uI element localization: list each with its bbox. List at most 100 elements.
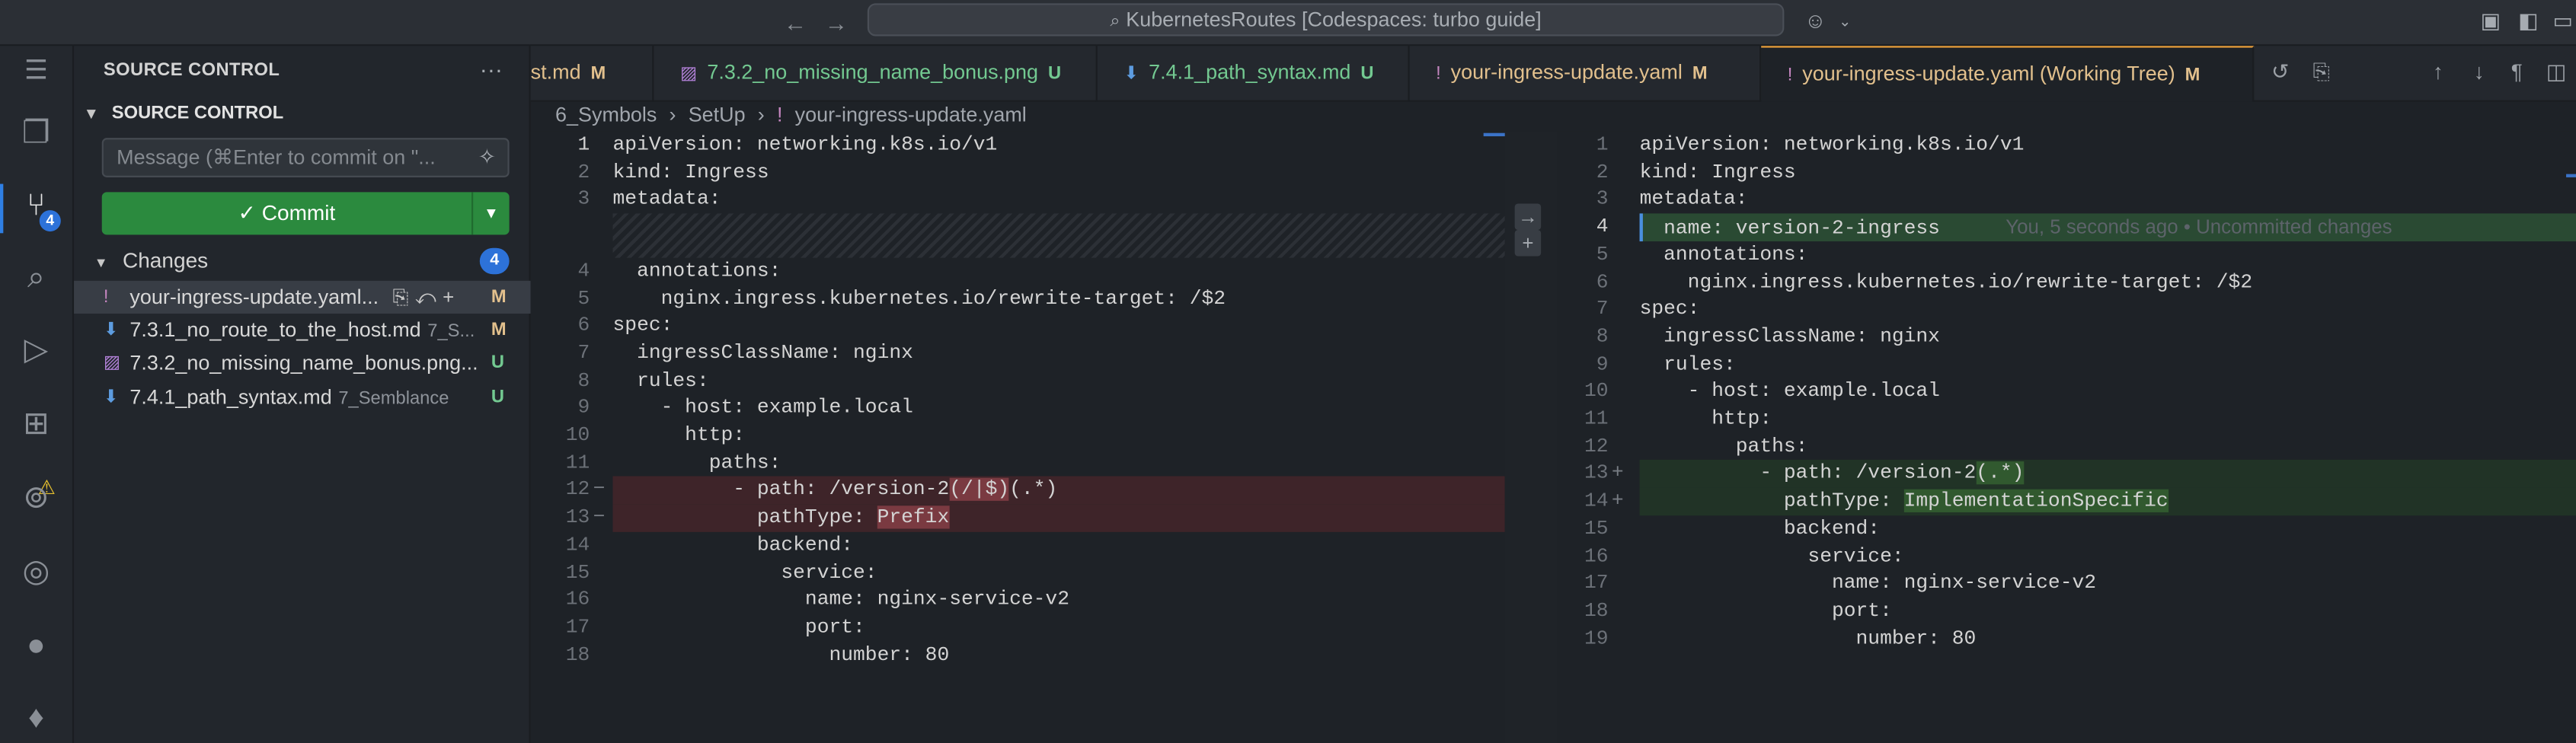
tab-status: M [1692, 64, 1708, 85]
row-actions: ⎘↶+ [392, 281, 460, 314]
changed-file-row[interactable]: ▨ 7.3.2_no_missing_name_bonus.png... U [74, 346, 531, 379]
line-number: 11 [565, 451, 590, 474]
python-icon[interactable]: ♦ [13, 697, 59, 742]
code-line: backend: [1640, 515, 1880, 543]
chevron-down-icon: ▾ [97, 254, 106, 273]
commit-message-input[interactable] [103, 139, 465, 176]
chevron-down-icon[interactable]: ⌄ [1832, 8, 1858, 35]
revert-arrow-icon[interactable]: → [1514, 203, 1542, 230]
changes-header[interactable]: ▾ Changes [97, 248, 208, 273]
minus-marker: − [593, 478, 606, 502]
code-line: - host: example.local [1640, 378, 1940, 406]
code-text: name: version-2-ingress [1639, 216, 1940, 241]
file-name-text: 7.3.1_no_route_to_the_host.md [129, 318, 421, 342]
code-text: service: [612, 560, 877, 584]
code-line: service: [613, 559, 877, 586]
changed-file-row[interactable]: ! your-ingress-update.yaml... ⎘↶+ M [74, 280, 531, 314]
open-file-icon[interactable]: ⎘ [392, 285, 414, 308]
editor-tab[interactable]: st.md M [531, 46, 654, 102]
remote-explorer-icon[interactable]: ◎ [13, 550, 59, 596]
search-icon[interactable]: ⌕ [13, 256, 59, 301]
line-number: 15 [565, 560, 590, 584]
code-text: metadata: [612, 187, 721, 211]
code-text-after: (.*) [1009, 478, 1058, 502]
line-number: 5 [1596, 242, 1609, 266]
layout-panel-icon[interactable]: ▣ [2478, 8, 2504, 35]
command-center[interactable]: ⌕ KubernetesRoutes [Codespaces: turbo gu… [867, 3, 1785, 37]
activity-bar: ☰ ❐ ⑂ 4 ⌕ ▷ ⊞ ⚠ ⊚ ◎ ● ♦ [0, 46, 75, 743]
forward-arrow-icon[interactable]: → [820, 7, 852, 40]
next-change-icon[interactable]: ↓ [2466, 59, 2492, 86]
back-arrow-icon[interactable]: ← [778, 7, 811, 40]
code-line: rules: [1640, 351, 1736, 378]
copilot-icon[interactable]: ☺ [1802, 8, 1829, 35]
extensions-icon[interactable]: ⊞ [13, 402, 59, 448]
changes-count-badge: 4 [479, 247, 510, 275]
previous-change-icon[interactable]: ↑ [2425, 59, 2452, 86]
file-name: 7.4.1_path_syntax.md 7_Semblance [129, 381, 449, 415]
line-number: 9 [577, 396, 590, 419]
chevron-right-icon: › [669, 103, 676, 127]
stage-plus-icon[interactable]: + [1514, 229, 1542, 257]
breadcrumb-item[interactable]: 6_Symbols [555, 104, 657, 126]
code-line: apiVersion: networking.k8s.io/v1 [613, 132, 998, 159]
line-number: 6 [1596, 269, 1609, 294]
toggle-sidebar-icon[interactable]: ◧ [2515, 8, 2542, 35]
sparkle-icon[interactable]: ✧ [478, 145, 497, 171]
section-header[interactable]: ▾ SOURCE CONTROL [87, 104, 283, 123]
line-number: 3 [1596, 187, 1609, 211]
split-editor-icon[interactable]: ◫ [2543, 59, 2570, 86]
line-number: 13 [1584, 461, 1609, 486]
discard-icon[interactable]: ↶ [415, 285, 443, 308]
commit-dropdown-chevron-icon[interactable]: ▾ [471, 192, 510, 235]
changed-file-row[interactable]: ⬇ 7.3.1_no_route_to_the_host.md 7_S... M [74, 314, 531, 346]
editor-tab[interactable]: ▨ 7.3.2_no_missing_name_bonus.png U [654, 46, 1098, 102]
line-number: 17 [1584, 572, 1609, 595]
code-text: http: [612, 423, 746, 447]
open-file-icon[interactable]: ⎘ [2308, 59, 2335, 86]
original-editor-pane[interactable]: 1 apiVersion: networking.k8s.io/v1 2 kind: … [530, 131, 1505, 743]
code-line: metadata: [1640, 187, 1748, 214]
github-icon[interactable]: ● [13, 624, 59, 670]
tab-status: U [1047, 64, 1062, 85]
tab-label: your-ingress-update.yaml [1450, 60, 1683, 85]
menu-icon[interactable]: ☰ [13, 49, 59, 95]
more-actions-icon[interactable]: ··· [480, 56, 503, 82]
timeline-icon[interactable]: ↺ [2268, 59, 2294, 86]
code-line: nginx.ingress.kubernetes.io/rewrite-targ… [1640, 269, 2252, 296]
line-number: 17 [565, 615, 590, 639]
breadcrumb-item[interactable]: your-ingress-update.yaml [795, 104, 1027, 126]
chevron-right-icon: › [757, 103, 765, 127]
title-bar: ← → ⌕ KubernetesRoutes [Codespaces: turb… [0, 0, 2576, 46]
line-number: 2 [577, 160, 590, 183]
breadcrumb-item[interactable]: SetUp [689, 104, 746, 126]
modified-editor-pane[interactable]: 1 apiVersion: networking.k8s.io/v1 2 kind: … [1557, 131, 2576, 743]
editor-tab[interactable]: ! your-ingress-update.yaml M [1410, 46, 1762, 102]
breadcrumb: 6_Symbols › SetUp › ! your-ingress-updat… [555, 104, 1033, 126]
yaml-file-icon: ! [1787, 65, 1793, 86]
file-name: 7.3.1_no_route_to_the_host.md 7_S... [129, 314, 475, 348]
git-graph-icon[interactable]: ⊚ [13, 476, 59, 521]
whitespace-icon[interactable]: ¶ [2504, 59, 2530, 86]
editor-tab[interactable]: ⬇ 7.4.1_path_syntax.md U [1098, 46, 1410, 102]
code-text: number: 80 [612, 643, 950, 666]
code-line: http: [1640, 406, 1772, 433]
line-number: 1 [577, 132, 590, 156]
code-text: spec: [1639, 297, 1700, 320]
code-text: service: [1639, 544, 1904, 568]
line-number: 8 [1596, 324, 1609, 349]
image-file-icon: ▨ [679, 64, 698, 85]
run-debug-icon[interactable]: ▷ [13, 328, 59, 374]
explorer-icon[interactable]: ❐ [13, 112, 59, 158]
code-line: pathType: Prefix [613, 504, 950, 531]
changed-file-row[interactable]: ⬇ 7.4.1_path_syntax.md 7_Semblance U [74, 381, 531, 413]
toggle-panel-icon[interactable]: ▭ [2549, 8, 2576, 35]
code-text: name: nginx-service-v2 [1639, 572, 2097, 595]
editor-tab[interactable]: ! your-ingress-update.yaml (Working Tree)… [1761, 46, 2255, 102]
code-line: kind: Ingress [613, 159, 769, 187]
code-text: metadata: [1639, 187, 1748, 211]
code-text: - host: example.local [1639, 379, 1940, 403]
stage-icon[interactable]: + [443, 285, 461, 308]
line-number: 16 [565, 588, 590, 611]
commit-button[interactable]: ✓ Commit [102, 192, 471, 234]
